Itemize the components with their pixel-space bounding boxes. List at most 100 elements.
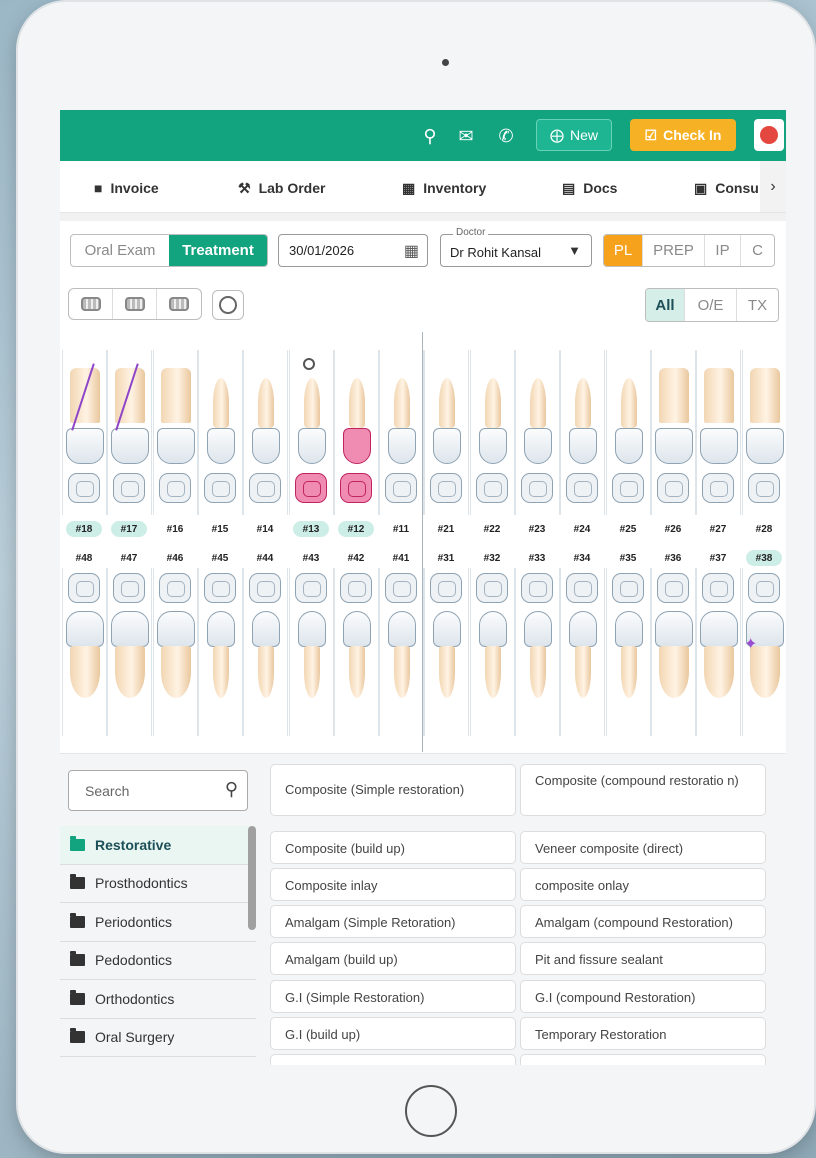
tooth-crown[interactable]: [156, 428, 195, 464]
category-item-orthodontics[interactable]: Orthodontics: [60, 980, 256, 1019]
tooth-number-28[interactable]: #28: [746, 521, 782, 537]
tooth-number-33[interactable]: #33: [519, 550, 555, 566]
tooth-occlusal[interactable]: [748, 473, 780, 503]
tab-lab-order[interactable]: ⚒ Lab Order: [238, 178, 325, 198]
tooth-occlusal[interactable]: [566, 573, 598, 603]
mail-icon[interactable]: ✉: [454, 124, 478, 148]
tooth-occlusal[interactable]: [612, 573, 644, 603]
tooth-crown[interactable]: [342, 428, 371, 464]
tooth-occlusal[interactable]: [68, 573, 100, 603]
tooth-number-24[interactable]: #24: [564, 521, 600, 537]
plan-option-pl[interactable]: PL: [604, 235, 642, 266]
treatment-item[interactable]: Composite (build up): [270, 831, 516, 864]
treatment-option[interactable]: Treatment: [169, 235, 267, 266]
whatsapp-icon[interactable]: ✆: [494, 124, 518, 148]
tooth-number-23[interactable]: #23: [519, 521, 555, 537]
alert-button[interactable]: [754, 119, 784, 151]
tooth-number-18[interactable]: #18: [66, 521, 102, 537]
tooth-number-48[interactable]: #48: [66, 550, 102, 566]
tooth-number-13[interactable]: #13: [293, 521, 329, 537]
home-button[interactable]: [405, 1085, 457, 1137]
tooth-number-16[interactable]: #16: [157, 521, 193, 537]
tab-invoice[interactable]: ■ Invoice: [94, 178, 159, 198]
tooth-number-22[interactable]: #22: [474, 521, 510, 537]
tooth-crown[interactable]: [478, 428, 507, 464]
tooth-crown[interactable]: [297, 428, 326, 464]
tooth-crown[interactable]: [156, 611, 195, 647]
tooth-number-31[interactable]: #31: [428, 550, 464, 566]
tooth-number-21[interactable]: #21: [428, 521, 464, 537]
calendar-icon[interactable]: ▦: [404, 241, 419, 261]
tooth-occlusal[interactable]: [657, 473, 689, 503]
tooth-crown[interactable]: [387, 428, 416, 464]
new-button[interactable]: ⨁ New: [536, 119, 612, 151]
tooth-occlusal[interactable]: [566, 473, 598, 503]
tooth-occlusal[interactable]: [295, 573, 327, 603]
tooth-occlusal[interactable]: [204, 573, 236, 603]
tooth-number-46[interactable]: #46: [157, 550, 193, 566]
jaw-both-button[interactable]: [69, 289, 113, 319]
tooth-crown[interactable]: [206, 428, 235, 464]
tooth-occlusal[interactable]: [113, 573, 145, 603]
tooth-crown[interactable]: [699, 428, 738, 464]
tooth-number-38[interactable]: #38: [746, 550, 782, 566]
tab-inventory[interactable]: ▦ Inventory: [402, 178, 486, 198]
tab-scroll-right[interactable]: ›: [760, 161, 786, 212]
tooth-crown[interactable]: [251, 611, 280, 647]
tooth-occlusal[interactable]: [702, 473, 734, 503]
category-item-prosthodontics[interactable]: Prosthodontics: [60, 864, 256, 903]
tooth-occlusal[interactable]: [748, 573, 780, 603]
tooth-crown[interactable]: [206, 611, 235, 647]
tooth-occlusal[interactable]: [249, 573, 281, 603]
tooth-crown[interactable]: [251, 428, 280, 464]
tooth-number-27[interactable]: #27: [700, 521, 736, 537]
tooth-number-41[interactable]: #41: [383, 550, 419, 566]
category-item-oral-surgery[interactable]: Oral Surgery: [60, 1018, 256, 1057]
check-in-button[interactable]: ☑ Check In: [630, 119, 736, 151]
tooth-occlusal[interactable]: [657, 573, 689, 603]
treatment-item[interactable]: G.I (compound Restoration): [520, 980, 766, 1013]
tooth-crown[interactable]: [699, 611, 738, 647]
tooth-occlusal[interactable]: [68, 473, 100, 503]
tooth-number-14[interactable]: #14: [247, 521, 283, 537]
treatment-item[interactable]: G.I (Simple Restoration): [270, 980, 516, 1013]
treatment-item[interactable]: Veneer composite (direct): [520, 831, 766, 864]
tooth-number-12[interactable]: #12: [338, 521, 374, 537]
tooth-crown[interactable]: [110, 611, 149, 647]
tooth-occlusal[interactable]: [159, 473, 191, 503]
plan-option-c[interactable]: C: [740, 235, 774, 266]
tooth-crown[interactable]: [745, 428, 784, 464]
tooth-occlusal[interactable]: [476, 573, 508, 603]
doctor-select[interactable]: Doctor Dr Rohit Kansal ▼: [440, 227, 592, 267]
oral-exam-option[interactable]: Oral Exam: [71, 235, 169, 266]
tooth-crown[interactable]: [478, 611, 507, 647]
filter-all[interactable]: All: [646, 289, 684, 321]
child-mode-button[interactable]: [212, 290, 244, 320]
tab-docs[interactable]: ▤ Docs: [562, 178, 617, 198]
tooth-occlusal[interactable]: [521, 473, 553, 503]
treatment-item[interactable]: Amalgam (compound Restoration): [520, 905, 766, 938]
tab-consultation[interactable]: ▣ Consu: [694, 178, 759, 198]
tooth-crown[interactable]: [523, 611, 552, 647]
tooth-crown[interactable]: [568, 428, 597, 464]
tooth-crown[interactable]: [65, 611, 104, 647]
tooth-number-47[interactable]: #47: [111, 550, 147, 566]
tooth-occlusal[interactable]: [430, 573, 462, 603]
treatment-item[interactable]: add: [520, 1054, 766, 1065]
search-icon[interactable]: ⚲: [225, 779, 238, 800]
tooth-number-37[interactable]: #37: [700, 550, 736, 566]
tooth-occlusal[interactable]: [430, 473, 462, 503]
treatment-item[interactable]: Amalgam (Simple Retoration): [270, 905, 516, 938]
tooth-occlusal[interactable]: [249, 473, 281, 503]
plan-option-ip[interactable]: IP: [704, 235, 740, 266]
category-item-pedodontics[interactable]: Pedodontics: [60, 941, 256, 980]
jaw-upper-button[interactable]: [113, 289, 157, 319]
tooth-crown[interactable]: [432, 611, 461, 647]
tooth-crown[interactable]: [387, 611, 416, 647]
tooth-crown[interactable]: [432, 428, 461, 464]
tooth-crown[interactable]: [654, 428, 693, 464]
category-scrollbar[interactable]: [248, 826, 256, 930]
plan-option-prep[interactable]: PREP: [642, 235, 704, 266]
tooth-occlusal[interactable]: [385, 473, 417, 503]
tooth-occlusal[interactable]: [385, 573, 417, 603]
